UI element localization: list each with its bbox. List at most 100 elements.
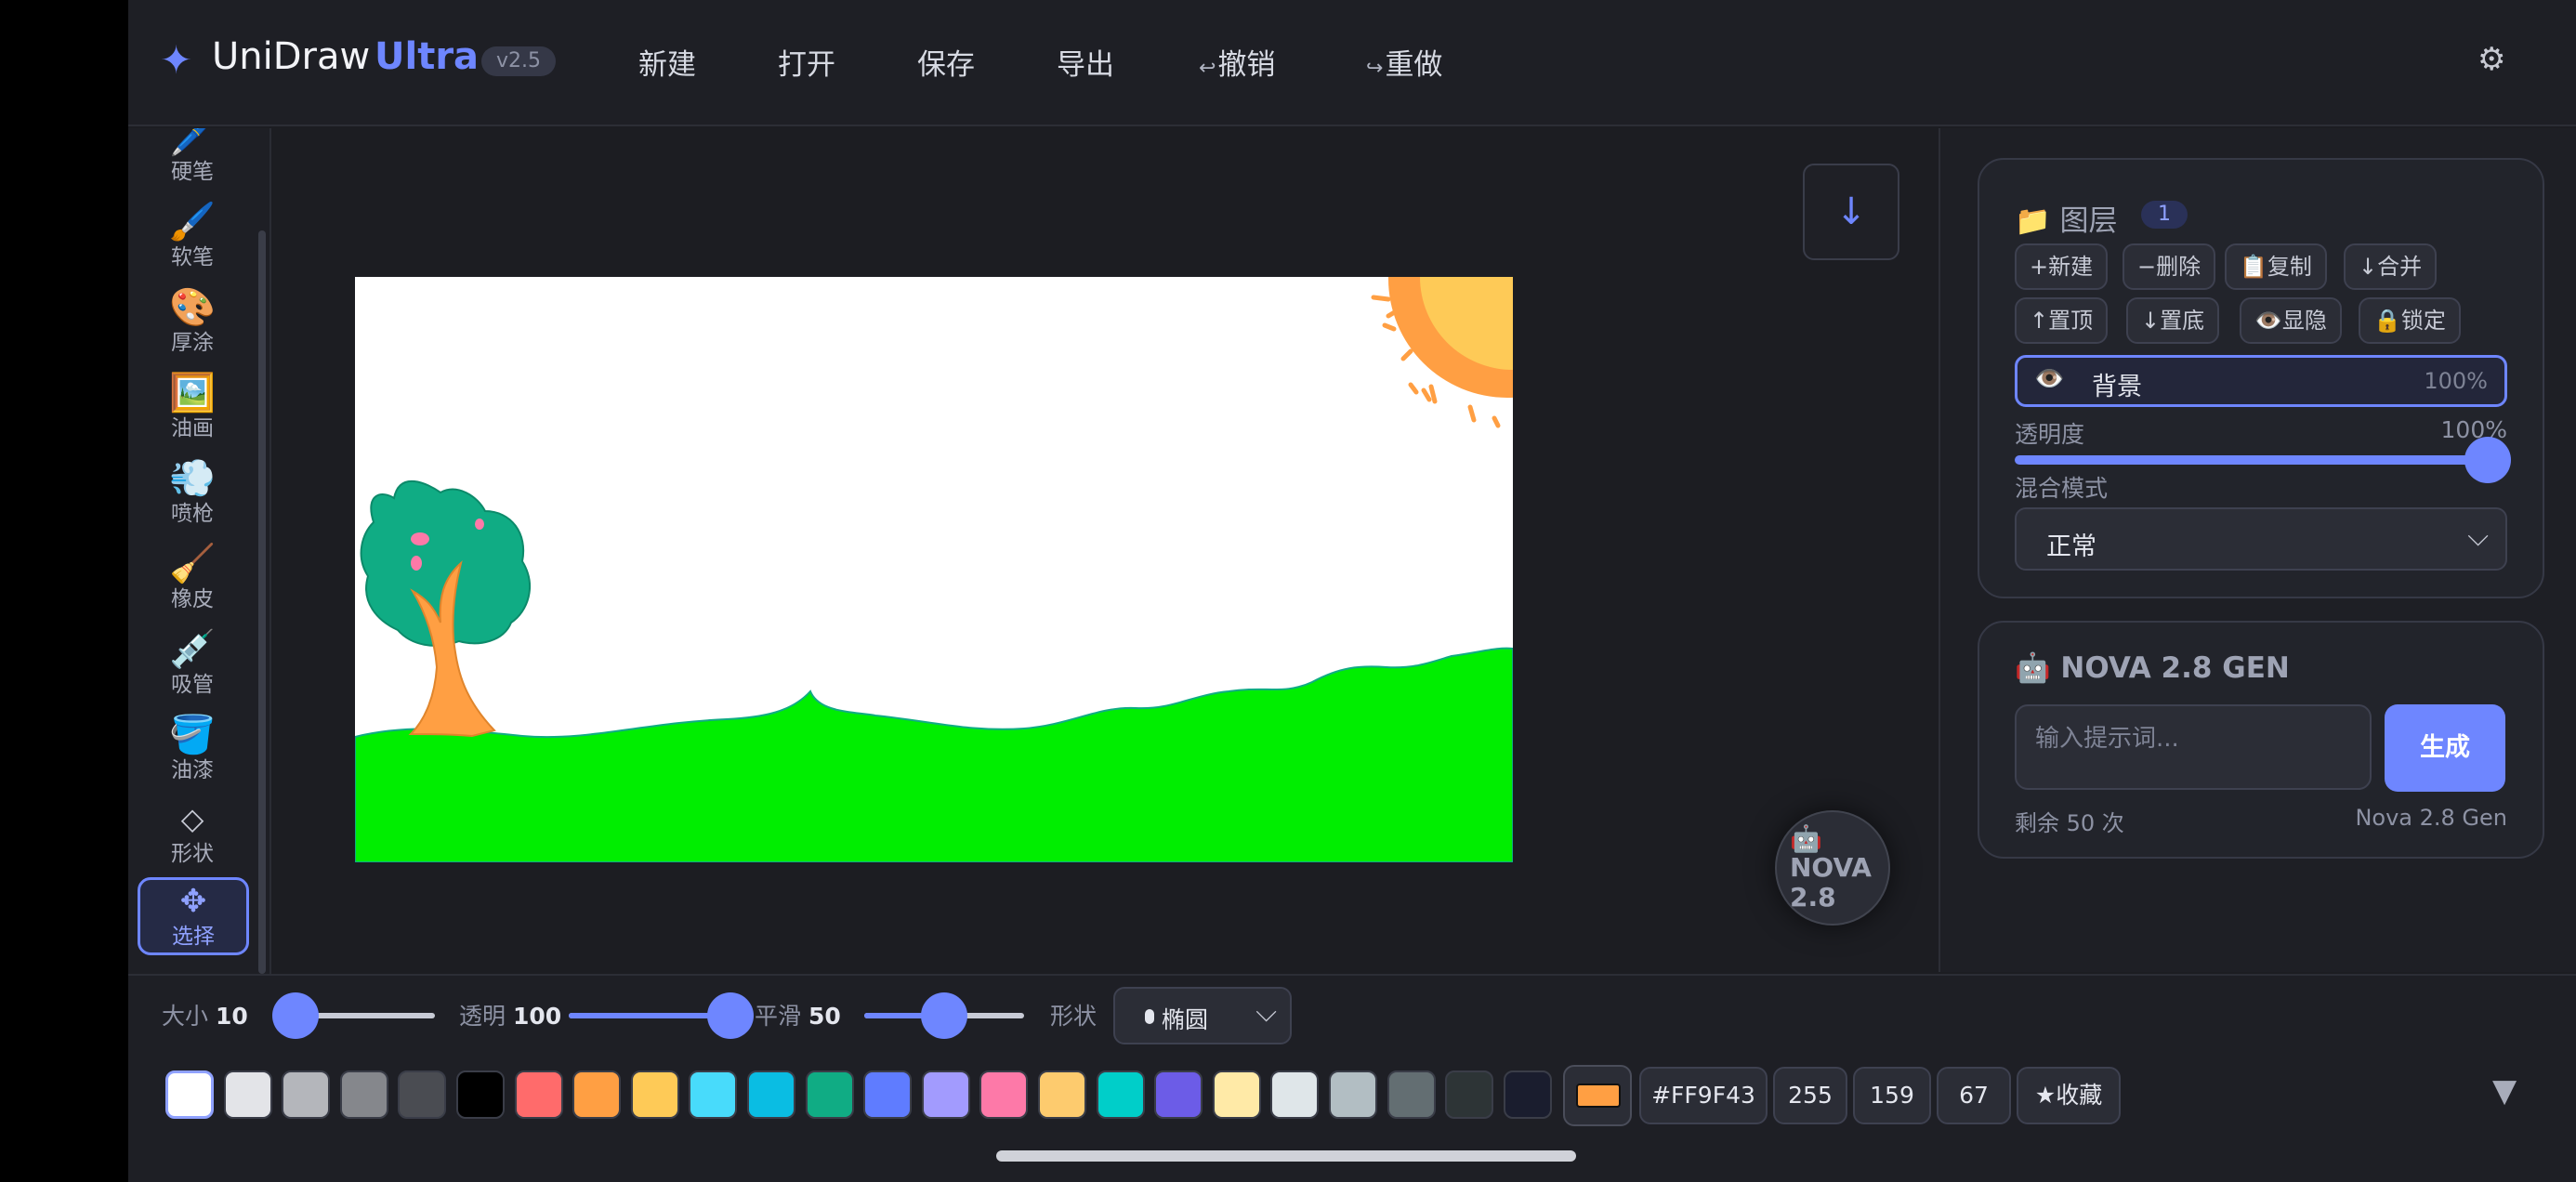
generate-button[interactable]: 生成	[2385, 704, 2505, 792]
color-swatch[interactable]	[1329, 1070, 1377, 1119]
color-swatch[interactable]	[1387, 1070, 1436, 1119]
layer-delete-button[interactable]: −删除	[2123, 243, 2216, 290]
tool-label: 喷枪	[171, 502, 214, 526]
color-swatch[interactable]	[1270, 1070, 1320, 1119]
tool-eyedropper[interactable]: 💉 吸管	[138, 628, 247, 704]
favorite-color-button[interactable]: ★收藏	[2017, 1067, 2121, 1124]
model-name: Nova 2.8 Gen	[2355, 805, 2507, 831]
menu-save[interactable]: 保存	[917, 41, 975, 83]
color-swatch[interactable]	[572, 1070, 622, 1119]
bucket-icon: 🪣	[169, 714, 216, 756]
ai-generator-panel: 🤖 NOVA 2.8 GEN 生成 剩余 50 次 Nova 2.8 Gen	[1978, 621, 2544, 859]
opacity-slider-knob[interactable]	[2464, 437, 2511, 483]
tool-airbrush[interactable]: 💨 喷枪	[138, 457, 247, 533]
opacity-slider-track[interactable]	[2015, 455, 2498, 465]
brush-icon: 🖌️	[169, 201, 216, 243]
color-swatch[interactable]	[165, 1070, 214, 1119]
blend-mode-select[interactable]: 正常 ⌵	[2015, 507, 2507, 571]
smooth-slider-knob[interactable]	[921, 992, 967, 1039]
red-input[interactable]: 255	[1773, 1067, 1847, 1124]
current-color-button[interactable]	[1563, 1065, 1632, 1126]
blue-input[interactable]: 67	[1937, 1067, 2011, 1124]
tool-eraser[interactable]: 🧹 橡皮	[138, 543, 247, 619]
menu-redo[interactable]: ↪重做	[1366, 41, 1442, 83]
color-swatch[interactable]	[1038, 1070, 1086, 1119]
color-swatch[interactable]	[456, 1070, 505, 1119]
shape-select[interactable]: 椭圆 ⌵	[1113, 987, 1292, 1044]
logo-star-icon: ✦	[160, 37, 193, 83]
menu-export[interactable]: 导出	[1057, 41, 1114, 83]
color-swatch[interactable]	[863, 1070, 913, 1119]
layer-merge-button[interactable]: ↓合并	[2344, 243, 2438, 290]
chevron-down-icon: ⌵	[1255, 996, 1277, 1029]
tool-hard-pen[interactable]: 🖊️ 硬笔	[138, 128, 247, 191]
hex-input[interactable]: #FF9F43	[1639, 1067, 1768, 1124]
color-swatch[interactable]	[921, 1070, 970, 1119]
menu-open[interactable]: 打开	[778, 41, 835, 83]
layer-item-background[interactable]: 👁️ 背景 100%	[2015, 355, 2507, 407]
color-swatch[interactable]	[282, 1070, 331, 1119]
layer-name: 背景	[2092, 373, 2142, 401]
tool-select[interactable]: ✥ 选择	[138, 877, 249, 955]
green-input[interactable]: 159	[1853, 1067, 1931, 1124]
drawing-canvas[interactable]	[355, 277, 1513, 862]
color-swatch[interactable]	[747, 1070, 795, 1119]
color-swatch[interactable]	[689, 1070, 738, 1119]
gear-icon[interactable]: ⚙	[2477, 41, 2505, 78]
layer-lock-button[interactable]: 🔒锁定	[2359, 297, 2461, 344]
color-swatch[interactable]	[1445, 1070, 1494, 1119]
layers-panel: 📁 图层 1 +新建 −删除 📋复制 ↓合并 ↑置顶 ↓置底 👁️显隐 🔒锁定 …	[1978, 158, 2544, 598]
tool-shape[interactable]: ◇ 形状	[138, 797, 247, 873]
home-indicator[interactable]	[996, 1150, 1576, 1162]
app-window: ✦ UniDraw Ultra v2.5 新建 打开 保存 导出 ↩撤销 ↪重做…	[128, 0, 2576, 1182]
syringe-icon: 💉	[169, 628, 216, 671]
layer-new-button[interactable]: +新建	[2015, 243, 2109, 290]
fruit	[411, 532, 429, 545]
opacity-label: 透明度	[2015, 421, 2085, 448]
chevron-down-icon: ⌵	[2467, 520, 2489, 553]
layer-bottom-button[interactable]: ↓置底	[2126, 297, 2220, 344]
move-arrows-icon: ✥	[179, 883, 207, 920]
color-swatch[interactable]	[1096, 1070, 1145, 1119]
brush-smooth-label: 平滑 50	[755, 1003, 841, 1030]
tool-paint-bucket[interactable]: 🪣 油漆	[138, 714, 247, 790]
tool-impasto[interactable]: 🎨 厚涂	[138, 286, 247, 362]
prompt-input[interactable]	[2015, 704, 2372, 790]
color-swatch[interactable]	[1212, 1070, 1261, 1119]
tool-label: 选择	[172, 925, 215, 949]
color-swatch[interactable]	[1154, 1070, 1203, 1119]
tool-label: 软笔	[171, 245, 214, 269]
opacity-slider-knob[interactable]	[707, 992, 754, 1039]
color-swatch[interactable]	[223, 1070, 272, 1119]
toolbar-scrollbar[interactable]	[258, 230, 266, 974]
generator-title: 🤖 NOVA 2.8 GEN	[2015, 651, 2290, 685]
diamond-icon: ◇	[180, 801, 204, 836]
nova-fab-button[interactable]: 🤖 NOVA 2.8	[1775, 810, 1890, 926]
download-button[interactable]: ↓	[1803, 164, 1899, 260]
robot-icon: 🤖	[1790, 823, 1822, 854]
color-swatch[interactable]	[979, 1070, 1029, 1119]
fruit	[411, 556, 422, 571]
triangle-down-icon[interactable]: ▼	[2492, 1072, 2517, 1110]
color-swatch[interactable]	[398, 1070, 447, 1119]
color-swatch[interactable]	[805, 1070, 854, 1119]
tool-oil-paint[interactable]: 🖼️ 油画	[138, 372, 247, 448]
size-slider-knob[interactable]	[272, 992, 319, 1039]
layer-visibility-button[interactable]: 👁️显隐	[2240, 297, 2342, 344]
tool-soft-brush[interactable]: 🖌️ 软笔	[138, 201, 247, 277]
color-swatch[interactable]	[1503, 1070, 1552, 1119]
palette-icon: 🎨	[169, 286, 216, 329]
fruit	[475, 519, 484, 530]
color-swatch[interactable]	[630, 1070, 679, 1119]
layer-copy-button[interactable]: 📋复制	[2225, 243, 2327, 290]
menu-undo[interactable]: ↩撤销	[1199, 41, 1275, 83]
broom-icon: 🧹	[169, 543, 216, 585]
color-swatch[interactable]	[514, 1070, 563, 1119]
canvas-area: ↓ 🤖 NOVA 2.8	[273, 128, 1939, 972]
menu-new[interactable]: 新建	[638, 41, 696, 83]
layer-top-button[interactable]: ↑置顶	[2015, 297, 2109, 344]
nova-fab-label: NOVA 2.8	[1790, 852, 1872, 913]
eye-icon[interactable]: 👁️	[2034, 365, 2064, 393]
color-swatch[interactable]	[339, 1070, 388, 1119]
right-panel: 📁 图层 1 +新建 −删除 📋复制 ↓合并 ↑置顶 ↓置底 👁️显隐 🔒锁定 …	[1939, 128, 2576, 972]
